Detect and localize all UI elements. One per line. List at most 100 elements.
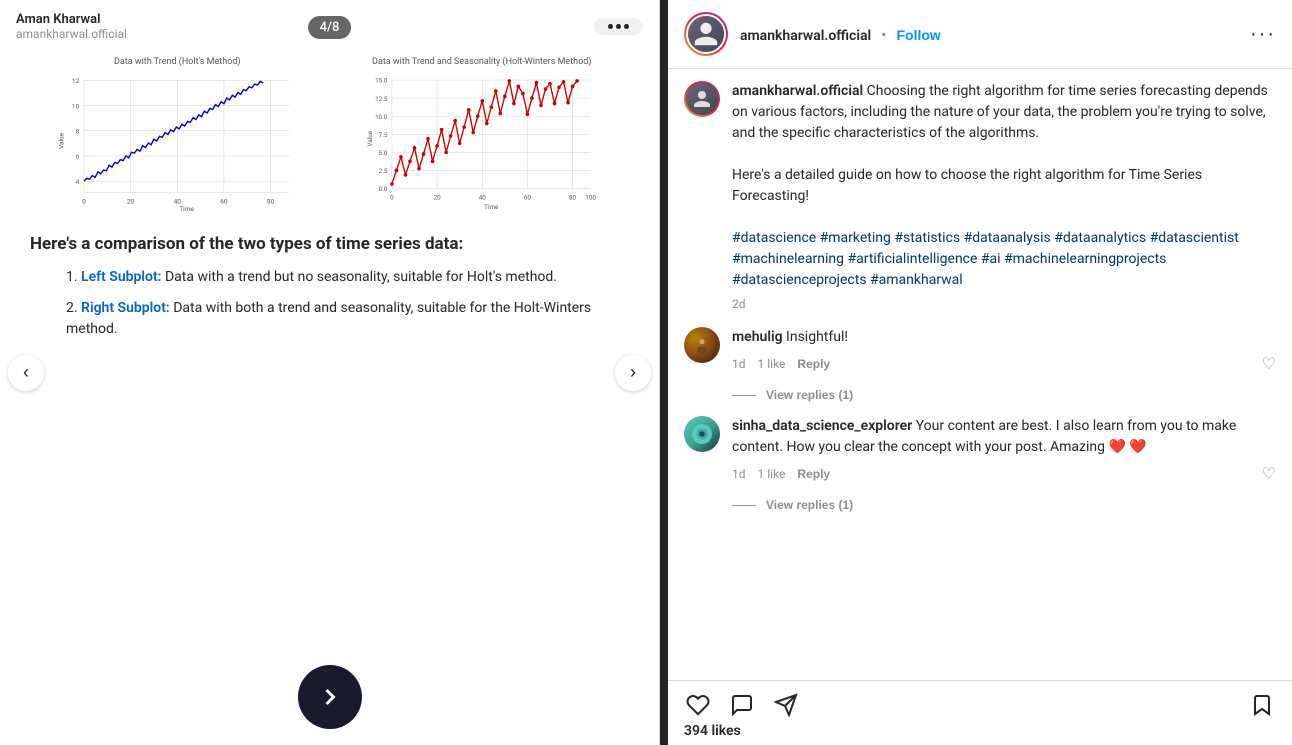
header-avatar (684, 12, 728, 56)
mehulig-text: Insightful! (786, 329, 848, 345)
view-replies-line-2 (732, 505, 756, 506)
mehulig-avatar (684, 327, 720, 363)
comment-sinha: sinha_data_science_explorer Your content… (684, 416, 1276, 484)
svg-text:80: 80 (267, 198, 275, 206)
mehulig-view-replies-row: View replies (1) (732, 388, 1276, 402)
header-user-info: amankharwal.official • Follow (740, 25, 941, 44)
bottom-arrow-circle (298, 665, 362, 729)
person-icon (692, 20, 720, 48)
more-options-button[interactable]: ··· (1250, 23, 1276, 46)
share-icon (774, 693, 798, 717)
svg-text:80: 80 (569, 193, 577, 201)
sinha-avatar (684, 416, 720, 452)
svg-text:20: 20 (127, 198, 135, 206)
post-content: Here's a comparison of the two types of … (0, 223, 659, 366)
svg-text:6: 6 (76, 153, 80, 161)
comment-button[interactable] (728, 691, 756, 719)
separator-dot: • (881, 25, 886, 44)
mehulig-heart-button[interactable]: ♡ (1262, 354, 1276, 374)
prev-button[interactable]: ‹ (8, 355, 44, 391)
caption-body: amankharwal.official Choosing the right … (732, 81, 1276, 311)
svg-text:8: 8 (76, 128, 80, 136)
post-options-button[interactable] (594, 18, 643, 35)
arrow-icon (316, 683, 344, 711)
follow-button[interactable]: Follow (897, 27, 941, 43)
divider-bar (660, 0, 668, 745)
dot-icon (616, 24, 621, 29)
caption-sub-text: Here's a detailed guide on how to choose… (732, 167, 1202, 204)
sinha-time: 1d (732, 467, 746, 481)
right-panel: amankharwal.official • Follow ··· ama (668, 0, 1292, 745)
like-button[interactable] (684, 691, 712, 719)
svg-text:10.0: 10.0 (375, 113, 388, 121)
sinha-meta: 1d 1 like Reply ♡ (732, 464, 1276, 484)
right-chart-title: Data with Trend and Seasonality (Holt-Wi… (335, 57, 630, 67)
svg-text:60: 60 (220, 198, 228, 206)
svg-text:100: 100 (585, 193, 596, 201)
svg-text:5.0: 5.0 (378, 149, 387, 157)
comment-icon (730, 693, 754, 717)
comments-area[interactable]: amankharwal.official Choosing the right … (668, 69, 1292, 680)
caption-meta: 2d (732, 297, 1276, 311)
heart-icon (686, 693, 710, 717)
right-chart-svg: 15.0 12.5 10.0 7.5 5.0 2.5 0.0 0 20 40 6… (335, 71, 630, 211)
right-chart: Data with Trend and Seasonality (Holt-Wi… (335, 57, 630, 215)
sinha-heart-button[interactable]: ♡ (1262, 464, 1276, 484)
svg-text:Time: Time (179, 205, 194, 211)
caption-text: amankharwal.official Choosing the right … (732, 81, 1276, 291)
svg-text:60: 60 (523, 193, 531, 201)
list-item: 2. Right Subplot: Data with both a trend… (50, 298, 629, 340)
list-item: 1. Left Subplot: Data with a trend but n… (50, 267, 629, 288)
left-chart-title: Data with Trend (Holt's Method) (30, 57, 325, 67)
post-author-info: Aman Kharwal amankharwal.official (16, 12, 127, 41)
bookmark-icon (1250, 693, 1274, 717)
sinha-avatar-icon (692, 424, 712, 444)
dot-icon (624, 24, 629, 29)
sinha-comment-text: sinha_data_science_explorer Your content… (732, 416, 1276, 458)
sinha-view-replies-button[interactable]: View replies (1) (766, 498, 853, 512)
view-replies-line (732, 395, 756, 396)
left-chart: Data with Trend (Holt's Method) 12 10 8 (30, 57, 325, 215)
mehulig-avatar-icon (692, 335, 712, 355)
caption-time: 2d (732, 297, 746, 311)
next-button[interactable]: › (615, 355, 651, 391)
action-icons-row (684, 691, 1276, 719)
page-indicator: 4/8 (308, 16, 352, 39)
caption-block: amankharwal.official Choosing the right … (684, 81, 1276, 311)
share-button[interactable] (772, 691, 800, 719)
sinha-username: sinha_data_science_explorer (732, 418, 912, 434)
caption-avatar (684, 81, 720, 117)
caption-username: amankharwal.official (732, 83, 863, 99)
dot-icon (608, 24, 613, 29)
caption-person-icon (692, 89, 712, 109)
chart-area: Data with Trend (Holt's Method) 12 10 8 (0, 49, 659, 223)
post-header: Aman Kharwal amankharwal.official 4/8 (0, 0, 659, 49)
comment-mehulig: mehulig Insightful! 1d 1 like Reply ♡ (684, 327, 1276, 374)
svg-text:15.0: 15.0 (375, 77, 388, 85)
mehulig-username: mehulig (732, 329, 783, 345)
svg-text:12.5: 12.5 (375, 95, 388, 103)
avatar-placeholder (688, 16, 724, 52)
mehulig-reply-button[interactable]: Reply (797, 357, 830, 371)
caption-hashtags: #datascience #marketing #statistics #dat… (732, 230, 1239, 288)
sinha-reply-button[interactable]: Reply (797, 467, 830, 481)
right-panel-header: amankharwal.official • Follow ··· (668, 0, 1292, 69)
highlight-right: Right Subplot: (81, 300, 170, 316)
left-panel: Aman Kharwal amankharwal.official 4/8 Da… (0, 0, 660, 745)
main-heading: Here's a comparison of the two types of … (30, 233, 629, 255)
svg-text:0.0: 0.0 (378, 185, 387, 193)
bookmark-button[interactable] (1248, 691, 1276, 719)
sinha-likes: 1 like (758, 467, 786, 481)
highlight-left: Left Subplot: (81, 269, 161, 285)
header-username: amankharwal.official (740, 28, 871, 44)
post-actions: 394 likes (668, 680, 1292, 745)
likes-count: 394 likes (684, 723, 1276, 739)
mehulig-meta: 1d 1 like Reply ♡ (732, 354, 1276, 374)
mehulig-time: 1d (732, 357, 746, 371)
svg-text:Value: Value (366, 130, 374, 146)
svg-text:2.5: 2.5 (378, 167, 387, 175)
author-name: Aman Kharwal (16, 12, 127, 27)
mehulig-view-replies-button[interactable]: View replies (1) (766, 388, 853, 402)
caption-avatar-inner (686, 83, 718, 115)
sinha-comment-body: sinha_data_science_explorer Your content… (732, 416, 1276, 484)
